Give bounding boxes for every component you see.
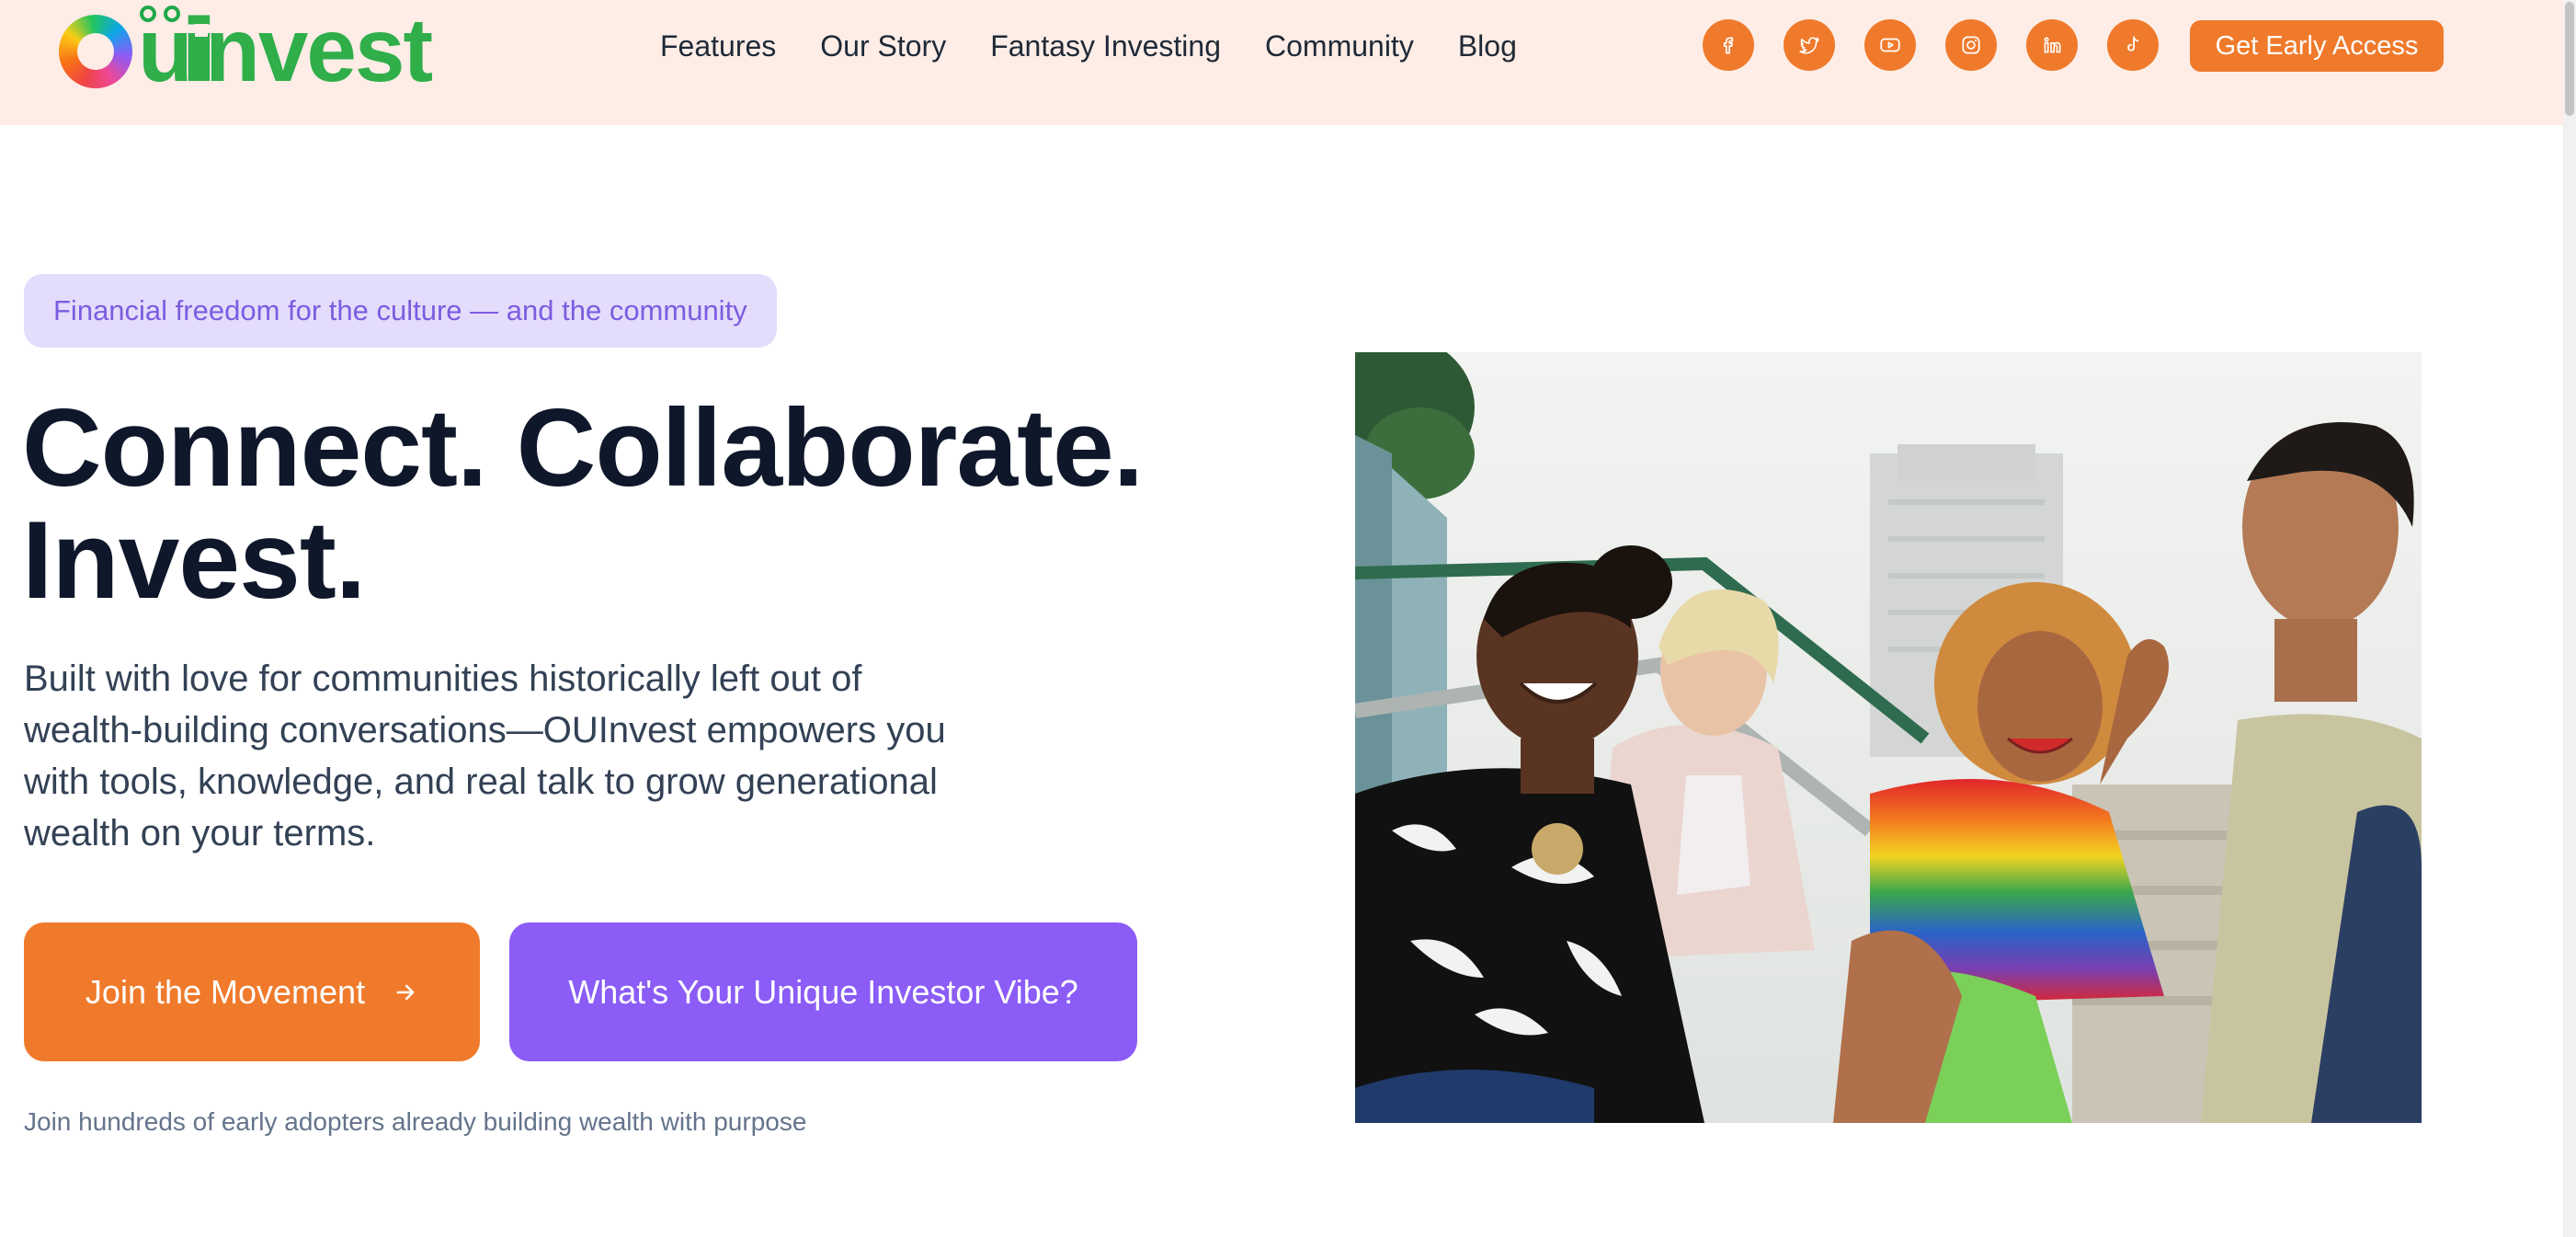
join-the-movement-button[interactable]: Join the Movement [24,922,480,1061]
landing-page: ui invest Features Our Story Fantasy Inve… [0,0,2576,1237]
nav-link-fantasy-investing[interactable]: Fantasy Investing [990,28,1221,64]
nav-link-features[interactable]: Features [660,28,776,64]
facebook-icon[interactable] [1703,19,1754,71]
twitter-icon[interactable] [1784,19,1835,71]
hero-description: Built with love for communities historic… [24,659,946,853]
scrollbar-thumb[interactable] [2565,2,2574,116]
hero-photo-friends [1355,352,2422,1123]
hero-heading-line-2: Invest. [22,498,366,622]
get-early-access-button[interactable]: Get Early Access [2190,20,2444,72]
join-button-label: Join the Movement [85,972,366,1011]
site-header: ui invest Features Our Story Fantasy Inve… [0,0,2576,125]
early-adopters-note: Join hundreds of early adopters already … [24,1107,807,1136]
investor-vibe-quiz-button[interactable]: What's Your Unique Investor Vibe? [509,922,1137,1061]
linkedin-icon[interactable] [2026,19,2078,71]
instagram-icon[interactable] [1945,19,1997,71]
logo-eyes-icon [140,6,180,22]
tagline-pill: Financial freedom for the culture — and … [24,274,777,348]
logo-rainbow-o-icon [59,15,132,88]
page-scrollbar[interactable] [2563,0,2576,1237]
main-nav: Features Our Story Fantasy Investing Com… [660,28,1561,64]
nav-link-blog[interactable]: Blog [1458,28,1517,64]
logo-wordmark: ui invest [138,0,433,100]
brand-logo[interactable]: ui invest [59,0,433,100]
hero-photo-illustration [1355,352,2422,1123]
youtube-icon[interactable] [1864,19,1916,71]
nav-link-community[interactable]: Community [1265,28,1414,64]
arrow-right-icon [396,984,415,1000]
hero-heading-line-1: Connect. Collaborate. [22,386,1144,510]
tiktok-icon[interactable] [2107,19,2159,71]
nav-link-our-story[interactable]: Our Story [820,28,946,64]
hero-heading: Connect. Collaborate. Invest. [22,392,1291,616]
social-links [1703,19,2159,71]
